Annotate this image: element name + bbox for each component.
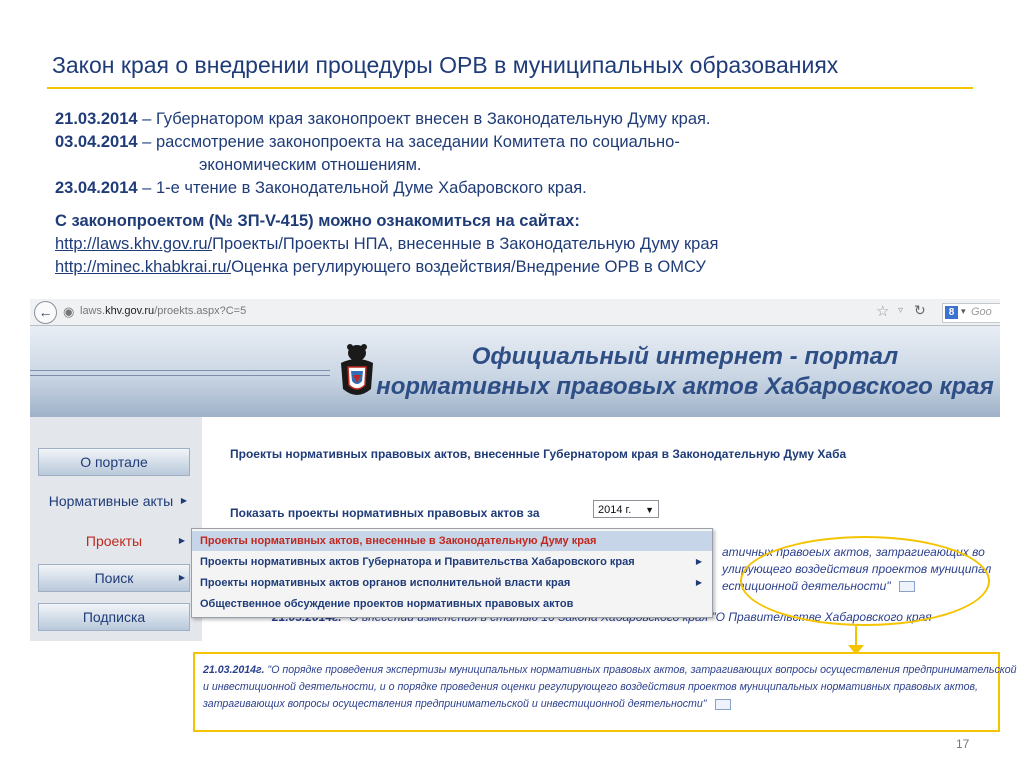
portal-header: Официальный интернет - портал нормативны… bbox=[30, 326, 1000, 417]
link-path: Оценка регулирующего воздействия/Внедрен… bbox=[231, 258, 706, 276]
chevron-right-icon: ▶ bbox=[695, 557, 702, 566]
envelope-icon bbox=[714, 698, 731, 710]
portal-title: Официальный интернет - портал нормативны… bbox=[376, 343, 994, 400]
slide-body: 21.03.2014 – Губернатором края законопро… bbox=[55, 108, 985, 279]
submenu-item-executive[interactable]: Проекты нормативных актов органов исполн… bbox=[192, 573, 712, 593]
portal-sidebar: О портале Нормативные акты ▶ Проекты ▶ Пои… bbox=[30, 417, 202, 641]
timeline-item: 23.04.2014 – 1-е чтение в Законодательно… bbox=[55, 177, 985, 200]
callout-box: 21.03.2014г. "О порядке проведения экспе… bbox=[193, 652, 1017, 732]
timeline-item: 21.03.2014 – Губернатором края законопро… bbox=[55, 108, 985, 131]
sidebar-item-acts[interactable]: Нормативные акты ▶ bbox=[30, 487, 192, 515]
submenu-item-public-discussion[interactable]: Общественное обсуждение проектов нормати… bbox=[192, 594, 712, 614]
year-select[interactable]: 2014 г. ▼ bbox=[593, 500, 659, 518]
address-bar: ← ◉ laws.khv.gov.ru/proekts.aspx?C=5 ☆ ▿… bbox=[30, 299, 1000, 326]
chevron-down-icon[interactable]: ▿ bbox=[898, 305, 903, 316]
timeline-date: 03.04.2014 bbox=[55, 133, 138, 151]
sidebar-item-about[interactable]: О портале bbox=[38, 448, 190, 476]
back-arrow-icon[interactable]: ← bbox=[34, 301, 57, 324]
chevron-right-icon: ▶ bbox=[178, 573, 185, 582]
submenu-item-governor[interactable]: Проекты нормативных актов Губернатора и … bbox=[192, 552, 712, 572]
content-heading: Проекты нормативных правовых актов, внес… bbox=[230, 447, 847, 461]
chevron-right-icon: ▶ bbox=[178, 536, 185, 545]
chevron-down-icon: ▾ bbox=[961, 306, 966, 316]
callout-date: 21.03.2014г. bbox=[203, 664, 265, 676]
reload-icon[interactable]: ↻ bbox=[914, 302, 926, 319]
projects-submenu: Проекты нормативных актов, внесенные в З… bbox=[191, 528, 713, 618]
site-link-row: http://minec.khabkrai.ru/Оценка регулиру… bbox=[55, 256, 985, 279]
search-engine-label: Goo bbox=[971, 306, 992, 318]
page-number: 17 bbox=[956, 737, 970, 751]
star-icon[interactable]: ☆ bbox=[876, 302, 889, 320]
url-text[interactable]: laws.khv.gov.ru/proekts.aspx?C=5 bbox=[80, 305, 246, 317]
timeline-continuation: экономическим отношениям. bbox=[199, 156, 422, 174]
title-underline bbox=[47, 87, 973, 89]
search-engine-box[interactable]: 8 ▾ Goo bbox=[942, 303, 1000, 323]
header-decor-lines bbox=[30, 370, 330, 376]
minec-site-link[interactable]: http://minec.khabkrai.ru/ bbox=[55, 258, 231, 276]
google-icon: 8 bbox=[945, 306, 958, 319]
sidebar-item-search[interactable]: Поиск ▶ bbox=[38, 564, 190, 592]
submenu-item-duma[interactable]: Проекты нормативных актов, внесенные в З… bbox=[192, 531, 712, 551]
timeline-item: 03.04.2014 – рассмотрение законопроекта … bbox=[55, 131, 985, 154]
highlight-oval bbox=[740, 536, 990, 626]
chevron-right-icon: ▶ bbox=[180, 496, 187, 505]
timeline-date: 23.04.2014 bbox=[55, 179, 138, 197]
timeline-text: – 1-е чтение в Законодательной Думе Хаба… bbox=[137, 179, 587, 197]
site-link-row: http://laws.khv.gov.ru/Проекты/Проекты Н… bbox=[55, 233, 985, 256]
globe-icon: ◉ bbox=[63, 304, 75, 319]
timeline-text: – рассмотрение законопроекта на заседани… bbox=[137, 133, 680, 151]
laws-site-link[interactable]: http://laws.khv.gov.ru/ bbox=[55, 235, 212, 253]
link-path: Проекты/Проекты НПА, внесенные в Законод… bbox=[212, 235, 719, 253]
sidebar-item-subscribe[interactable]: Подписка bbox=[38, 603, 190, 631]
timeline-date: 21.03.2014 bbox=[55, 110, 138, 128]
chevron-down-icon: ▼ bbox=[645, 505, 654, 515]
callout-text: 21.03.2014г. "О порядке проведения экспе… bbox=[203, 664, 1017, 710]
sidebar-item-projects[interactable]: Проекты ▶ bbox=[38, 527, 190, 555]
year-filter-label: Показать проекты нормативных правовых ак… bbox=[230, 506, 540, 520]
sites-heading: С законопроектом (№ ЗП-V-415) можно озна… bbox=[55, 212, 580, 230]
timeline-text: – Губернатором края законопроект внесен … bbox=[137, 110, 711, 128]
chevron-right-icon: ▶ bbox=[695, 578, 702, 587]
slide-title: Закон края о внедрении процедуры ОРВ в м… bbox=[52, 52, 839, 78]
